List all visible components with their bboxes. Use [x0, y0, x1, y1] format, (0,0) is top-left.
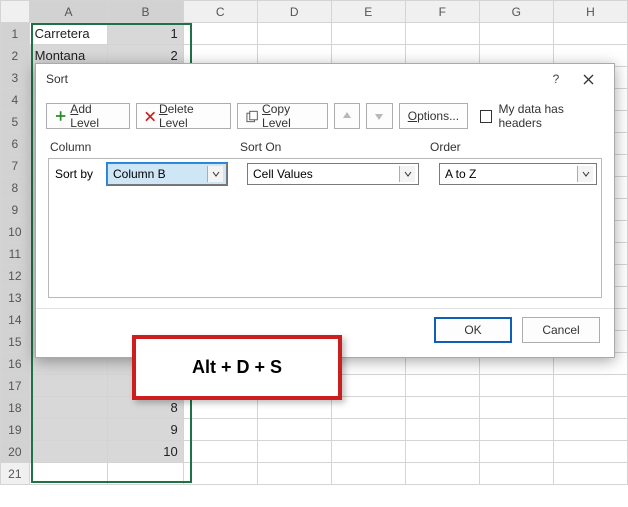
col-header[interactable]: B [108, 1, 183, 23]
sorton-combo[interactable]: Cell Values [247, 163, 419, 185]
row-header[interactable]: 11 [1, 243, 30, 265]
options-button[interactable]: Options... [399, 103, 468, 129]
sort-levels-list: Sort by Column B Cell Values A to Z [48, 158, 602, 298]
col-header[interactable]: E [331, 1, 405, 23]
cell[interactable] [331, 23, 405, 45]
cell[interactable]: 9 [108, 419, 183, 441]
row-header[interactable]: 12 [1, 265, 30, 287]
row-header[interactable]: 16 [1, 353, 30, 375]
close-icon [583, 74, 594, 85]
col-header[interactable]: F [405, 1, 479, 23]
col-header[interactable]: D [257, 1, 331, 23]
cell[interactable]: Carretera [29, 23, 108, 45]
sort-level-row: Sort by Column B Cell Values A to Z [53, 163, 597, 185]
row-header[interactable]: 20 [1, 441, 30, 463]
help-button[interactable]: ? [540, 65, 572, 93]
dialog-title: Sort [46, 72, 540, 86]
cell[interactable] [183, 23, 257, 45]
delete-level-button[interactable]: Delete Level [136, 103, 231, 129]
titlebar: Sort ? [36, 64, 614, 94]
plus-icon [55, 110, 66, 122]
header-column: Column [50, 140, 240, 154]
checkbox-icon [480, 110, 492, 123]
chevron-down-icon [207, 166, 223, 182]
cell[interactable]: 1 [108, 23, 183, 45]
row-header[interactable]: 17 [1, 375, 30, 397]
row-header[interactable]: 6 [1, 133, 30, 155]
order-combo[interactable]: A to Z [439, 163, 597, 185]
row-header[interactable]: 5 [1, 111, 30, 133]
col-header[interactable]: G [479, 1, 553, 23]
row-header[interactable]: 8 [1, 177, 30, 199]
row-header[interactable]: 4 [1, 89, 30, 111]
arrow-up-icon [342, 111, 352, 121]
row-header[interactable]: 15 [1, 331, 30, 353]
add-level-button[interactable]: Add Level [46, 103, 130, 129]
row-header[interactable]: 1 [1, 23, 30, 45]
move-down-button[interactable] [366, 103, 393, 129]
sortby-label: Sort by [53, 167, 101, 181]
x-icon [145, 111, 155, 122]
select-all-corner[interactable] [1, 1, 30, 23]
col-header[interactable]: A [29, 1, 108, 23]
header-order: Order [430, 140, 600, 154]
cell[interactable] [479, 23, 553, 45]
sortby-combo[interactable]: Column B [107, 163, 227, 185]
headers-checkbox[interactable]: My data has headers [480, 102, 604, 130]
row-header[interactable]: 9 [1, 199, 30, 221]
ok-button[interactable]: OK [434, 317, 512, 343]
copy-icon [246, 110, 258, 123]
row-header[interactable]: 14 [1, 309, 30, 331]
row-header[interactable]: 7 [1, 155, 30, 177]
row-header[interactable]: 3 [1, 67, 30, 89]
column-headers: Column Sort On Order [36, 138, 614, 158]
dialog-toolbar: Add Level Delete Level Copy Level Option… [36, 94, 614, 138]
cancel-button[interactable]: Cancel [522, 317, 600, 343]
sort-dialog: Sort ? Add Level Delete Level Copy Level… [35, 63, 615, 358]
row-header[interactable]: 10 [1, 221, 30, 243]
cell[interactable] [405, 23, 479, 45]
row-header[interactable]: 2 [1, 45, 30, 67]
col-header[interactable]: C [183, 1, 257, 23]
cell[interactable] [257, 23, 331, 45]
cell[interactable] [553, 23, 627, 45]
row-header[interactable]: 21 [1, 463, 30, 485]
shortcut-callout: Alt + D + S [132, 335, 342, 400]
row-header[interactable]: 13 [1, 287, 30, 309]
header-sorton: Sort On [240, 140, 430, 154]
copy-level-button[interactable]: Copy Level [237, 103, 328, 129]
row-header[interactable]: 18 [1, 397, 30, 419]
chevron-down-icon [577, 166, 593, 182]
chevron-down-icon [399, 166, 415, 182]
arrow-down-icon [374, 111, 384, 121]
cell[interactable]: 10 [108, 441, 183, 463]
move-up-button[interactable] [334, 103, 361, 129]
col-header[interactable]: H [553, 1, 627, 23]
close-button[interactable] [572, 65, 604, 93]
row-header[interactable]: 19 [1, 419, 30, 441]
